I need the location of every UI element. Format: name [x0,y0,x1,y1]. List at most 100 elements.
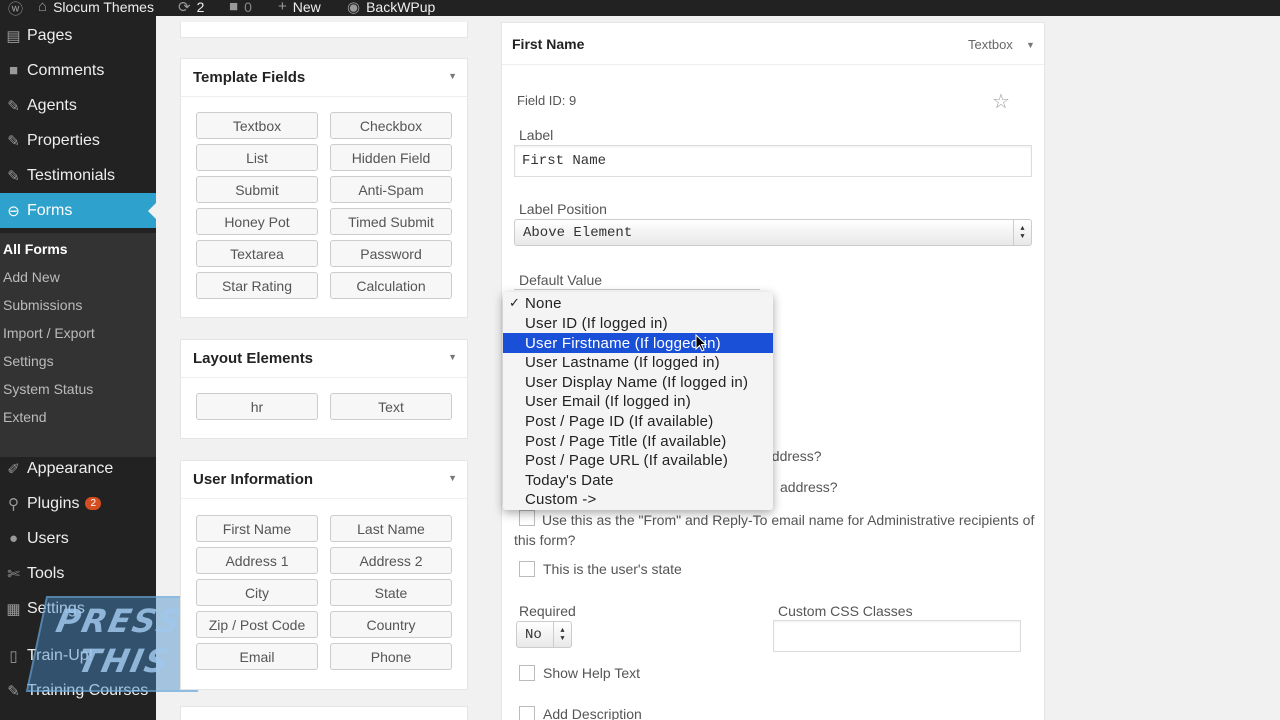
add-hr-button[interactable]: hr [196,393,318,420]
required-select[interactable]: No ▲ ▼ [516,621,572,648]
default-value-dropdown[interactable]: ✓ None User ID (If logged in) User Firstn… [503,292,773,510]
dropdown-option[interactable]: Today's Date [503,470,773,490]
dropdown-option[interactable]: User Lastname (If logged in) [503,352,773,372]
menu-tools[interactable]: ✄ Tools [0,556,156,591]
email-option-text-2: address? [780,479,838,495]
add-textbox-button[interactable]: Textbox [196,112,318,139]
dropdown-option-highlighted[interactable]: User Firstname (If logged in) [503,333,773,353]
description-label: Add Description [543,706,642,720]
menu-forms[interactable]: ⊖ Forms [0,193,156,228]
add-honey-pot-button[interactable]: Honey Pot [196,208,318,235]
template-fields-header[interactable]: Template Fields ▼ [181,59,467,97]
submenu-extend[interactable]: Extend [3,409,47,425]
label-caption: Label [519,127,554,143]
dropdown-option[interactable]: User Email (If logged in) [503,391,773,411]
add-submit-button[interactable]: Submit [196,176,318,203]
submenu-import-export[interactable]: Import / Export [3,325,95,341]
add-country-button[interactable]: Country [330,611,452,638]
help-text-checkbox[interactable] [519,665,535,681]
add-password-button[interactable]: Password [330,240,452,267]
postbox-bottom-partial [180,706,468,720]
dropdown-option[interactable]: User Display Name (If logged in) [503,372,773,392]
add-calculation-button[interactable]: Calculation [330,272,452,299]
add-last-name-button[interactable]: Last Name [330,515,452,542]
pin-icon: ✎ [7,167,20,185]
pages-icon: ▤ [6,27,21,45]
users-icon: ● [8,530,19,547]
submenu-add-new[interactable]: Add New [3,269,60,285]
updates-icon: ⟳ [178,0,191,16]
menu-users[interactable]: ● Users [0,521,156,556]
collapse-arrow-icon[interactable]: ▼ [448,71,457,81]
dropdown-option[interactable]: Custom -> [503,489,773,509]
user-information-header[interactable]: User Information ▼ [181,461,467,499]
template-fields-box: Template Fields ▼ Textbox Checkbox List … [180,58,468,318]
add-email-button[interactable]: Email [196,643,318,670]
submenu-settings[interactable]: Settings [3,353,54,369]
star-icon[interactable]: ☆ [992,89,1010,114]
collapse-arrow-icon[interactable]: ▼ [448,473,457,483]
add-anti-spam-button[interactable]: Anti-Spam [330,176,452,203]
menu-testimonials[interactable]: ✎ Testimonials [0,158,156,193]
state-checkbox[interactable] [519,561,535,577]
updates-link[interactable]: ⟳ 2 [178,0,204,16]
site-name-link[interactable]: ⌂ Slocum Themes [38,0,154,15]
add-address-2-button[interactable]: Address 2 [330,547,452,574]
add-address-1-button[interactable]: Address 1 [196,547,318,574]
menu-plugins[interactable]: ⚲ Plugins 2 [0,486,156,521]
menu-properties[interactable]: ✎ Properties [0,123,156,158]
submenu-system-status[interactable]: System Status [3,381,93,397]
help-text-label: Show Help Text [543,665,641,681]
field-header[interactable]: First Name Textbox ▼ [502,23,1044,65]
description-checkbox[interactable] [519,706,535,720]
state-text: This is the user's state [543,561,682,577]
tools-icon: ✄ [7,565,20,583]
submenu-submissions[interactable]: Submissions [3,297,82,313]
add-state-button[interactable]: State [330,579,452,606]
from-name-text: Use this as the "From" and Reply-To emai… [514,512,1035,548]
add-hidden-field-button[interactable]: Hidden Field [330,144,452,171]
collapse-arrow-icon[interactable]: ▼ [448,352,457,362]
label-input[interactable]: First Name [514,145,1032,177]
backwpup-link[interactable]: ◉ BackWPup [347,0,435,16]
menu-appearance[interactable]: ✐ Appearance [0,451,156,486]
layout-elements-box: Layout Elements ▼ hr Text [180,339,468,439]
home-icon: ⌂ [38,0,48,15]
add-phone-button[interactable]: Phone [330,643,452,670]
add-checkbox-button[interactable]: Checkbox [330,112,452,139]
menu-comments[interactable]: ■ Comments [0,53,156,88]
required-caption: Required [519,603,576,619]
add-text-button[interactable]: Text [330,393,452,420]
plus-icon: + [278,0,287,15]
css-classes-caption: Custom CSS Classes [778,603,913,619]
field-toggle-arrow-icon[interactable]: ▼ [1026,40,1035,50]
add-zip-button[interactable]: Zip / Post Code [196,611,318,638]
add-star-rating-button[interactable]: Star Rating [196,272,318,299]
add-city-button[interactable]: City [196,579,318,606]
menu-pages[interactable]: ▤ Pages [0,18,156,53]
menu-agents[interactable]: ✎ Agents [0,88,156,123]
add-first-name-button[interactable]: First Name [196,515,318,542]
postbox-top-partial [180,22,468,38]
css-classes-input[interactable] [773,620,1021,652]
add-list-button[interactable]: List [196,144,318,171]
submenu-all-forms[interactable]: All Forms [3,241,68,257]
label-position-select[interactable]: Above Element ▲ ▼ [514,219,1032,246]
forms-icon: ⊖ [7,202,20,220]
dropdown-option[interactable]: Post / Page URL (If available) [503,450,773,470]
dropdown-option[interactable]: ✓ None [503,293,773,313]
mouse-cursor-icon [695,334,707,352]
comments-link[interactable]: ■ 0 [229,0,252,15]
dropdown-option[interactable]: User ID (If logged in) [503,313,773,333]
add-textarea-button[interactable]: Textarea [196,240,318,267]
new-content-link[interactable]: + New [278,0,321,15]
dropdown-option[interactable]: Post / Page Title (If available) [503,431,773,451]
comments-icon: ■ [8,62,19,79]
add-timed-submit-button[interactable]: Timed Submit [330,208,452,235]
dropdown-option[interactable]: Post / Page ID (If available) [503,411,773,431]
layout-elements-header[interactable]: Layout Elements ▼ [181,340,467,378]
plugins-update-badge: 2 [85,497,102,510]
select-arrows-icon: ▲ ▼ [553,622,571,647]
pin-icon: ✎ [7,682,20,700]
divider [514,289,760,290]
